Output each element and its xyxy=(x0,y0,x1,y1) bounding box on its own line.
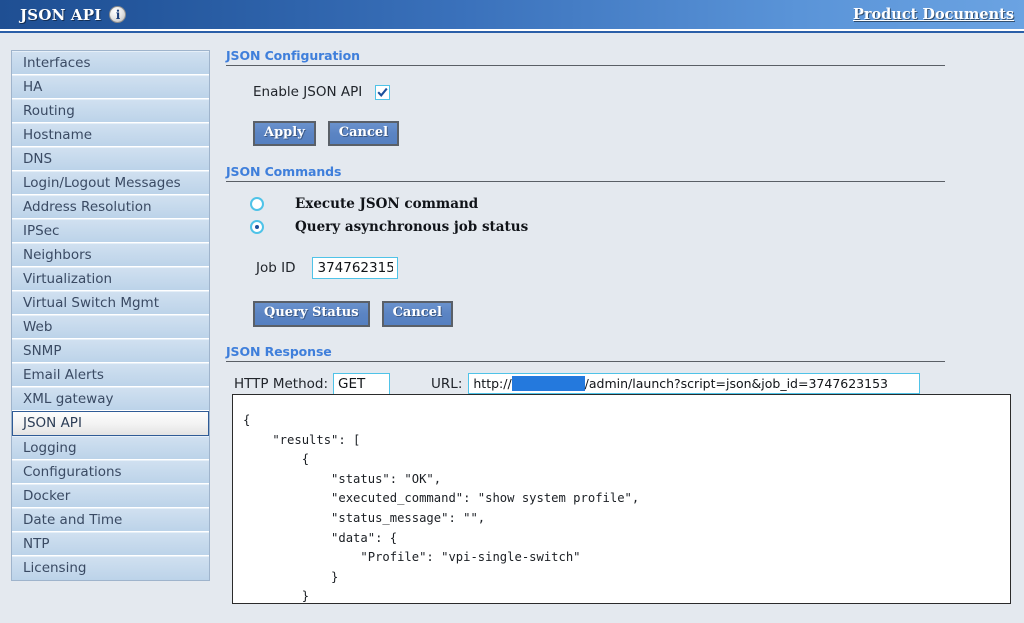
sidebar-item-ipsec[interactable]: IPSec xyxy=(12,219,209,243)
sidebar-item-json-api[interactable]: JSON API xyxy=(12,411,209,436)
sidebar-item-address-resolution[interactable]: Address Resolution xyxy=(12,195,209,219)
radio-query-asynchronous-job-status[interactable] xyxy=(250,220,264,234)
configuration-cancel-button[interactable]: Cancel xyxy=(328,121,399,146)
url-input[interactable]: http:// /admin/launch?script=json&job_id=… xyxy=(468,373,920,394)
radio-execute-json-command-row[interactable]: Execute JSON command xyxy=(250,196,1016,212)
sidebar-item-label: Address Resolution xyxy=(23,199,152,215)
json-response-output[interactable]: { "results": [ { "status": "OK", "execut… xyxy=(232,394,1011,604)
sidebar-item-label: DNS xyxy=(23,151,52,167)
sidebar-item-docker[interactable]: Docker xyxy=(12,484,209,508)
sidebar-item-virtual-switch-mgmt[interactable]: Virtual Switch Mgmt xyxy=(12,291,209,315)
sidebar-item-ntp[interactable]: NTP xyxy=(12,532,209,556)
sidebar-item-hostname[interactable]: Hostname xyxy=(12,123,209,147)
section-json-configuration-title: JSON Configuration xyxy=(226,48,945,66)
sidebar-item-date-and-time[interactable]: Date and Time xyxy=(12,508,209,532)
http-method-label: HTTP Method: xyxy=(234,376,328,392)
main-content: JSON Configuration Enable JSON API Apply… xyxy=(226,48,1016,395)
commands-button-row: Query Status Cancel xyxy=(253,301,1016,326)
sidebar-item-label: Login/Logout Messages xyxy=(23,175,181,191)
sidebar-item-logging[interactable]: Logging xyxy=(12,436,209,460)
url-host-redaction xyxy=(512,376,585,391)
sidebar-item-label: Virtualization xyxy=(23,271,112,287)
enable-json-api-label: Enable JSON API xyxy=(253,84,362,100)
sidebar-item-label: Licensing xyxy=(23,560,86,576)
sidebar-item-label: JSON API xyxy=(23,415,82,431)
response-meta-row: HTTP Method: URL: http:// /admin/launch?s… xyxy=(234,373,1016,395)
url-suffix-text: /admin/launch?script=json&job_id=3747623… xyxy=(585,376,888,391)
sidebar-item-xml-gateway[interactable]: XML gateway xyxy=(12,387,209,411)
url-label: URL: xyxy=(431,376,462,392)
configuration-button-row: Apply Cancel xyxy=(253,121,1016,146)
radio-execute-json-command[interactable] xyxy=(250,197,264,211)
sidebar-item-licensing[interactable]: Licensing xyxy=(12,556,209,580)
sidebar-item-configurations[interactable]: Configurations xyxy=(12,460,209,484)
sidebar-item-label: Date and Time xyxy=(23,512,122,528)
sidebar-item-label: Configurations xyxy=(23,464,122,480)
sidebar-item-label: Hostname xyxy=(23,127,92,143)
sidebar-item-neighbors[interactable]: Neighbors xyxy=(12,243,209,267)
sidebar-item-login-logout-messages[interactable]: Login/Logout Messages xyxy=(12,171,209,195)
enable-json-api-checkbox[interactable] xyxy=(375,85,390,100)
sidebar-item-ha[interactable]: HA xyxy=(12,75,209,99)
sidebar-item-virtualization[interactable]: Virtualization xyxy=(12,267,209,291)
job-id-input[interactable] xyxy=(312,257,398,279)
sidebar-nav: Interfaces HA Routing Hostname DNS Login/Logo… xyxy=(11,50,210,581)
checkmark-icon xyxy=(377,87,388,98)
page-title: JSON API xyxy=(20,6,101,24)
radio-execute-json-command-label: Execute JSON command xyxy=(295,196,478,212)
sidebar-item-label: SNMP xyxy=(23,343,61,359)
sidebar-item-label: XML gateway xyxy=(23,391,113,407)
http-method-input[interactable] xyxy=(333,373,390,395)
app-title-bar: JSON API i Product Documents xyxy=(0,0,1024,31)
sidebar-item-label: Virtual Switch Mgmt xyxy=(23,295,159,311)
section-json-response-title: JSON Response xyxy=(226,344,945,362)
sidebar-item-interfaces[interactable]: Interfaces xyxy=(12,51,209,75)
sidebar-item-label: Email Alerts xyxy=(23,367,104,383)
sidebar-item-snmp[interactable]: SNMP xyxy=(12,339,209,363)
radio-query-asynchronous-job-status-label: Query asynchronous job status xyxy=(295,219,528,235)
job-id-row: Job ID xyxy=(256,257,1016,279)
commands-cancel-button[interactable]: Cancel xyxy=(382,301,453,326)
sidebar-item-label: Routing xyxy=(23,103,75,119)
json-response-text: { "results": [ { "status": "OK", "execut… xyxy=(233,395,1010,604)
info-icon[interactable]: i xyxy=(109,6,126,23)
radio-query-job-status-row[interactable]: Query asynchronous job status xyxy=(250,219,1016,235)
section-json-commands-title: JSON Commands xyxy=(226,164,945,182)
sidebar-item-label: Web xyxy=(23,319,52,335)
sidebar-item-label: HA xyxy=(23,79,42,95)
sidebar-item-label: IPSec xyxy=(23,223,59,239)
sidebar-item-label: NTP xyxy=(23,536,50,552)
url-prefix-text: http:// xyxy=(473,376,511,391)
sidebar-item-dns[interactable]: DNS xyxy=(12,147,209,171)
sidebar-item-label: Docker xyxy=(23,488,70,504)
apply-button[interactable]: Apply xyxy=(253,121,316,146)
sidebar-item-label: Logging xyxy=(23,440,77,456)
enable-json-api-row: Enable JSON API xyxy=(253,84,1016,100)
sidebar-item-label: Interfaces xyxy=(23,55,90,71)
product-documents-link[interactable]: Product Documents xyxy=(853,6,1014,23)
sidebar-item-web[interactable]: Web xyxy=(12,315,209,339)
sidebar-item-routing[interactable]: Routing xyxy=(12,99,209,123)
job-id-label: Job ID xyxy=(256,260,295,276)
sidebar-item-label: Neighbors xyxy=(23,247,92,263)
query-status-button[interactable]: Query Status xyxy=(253,301,370,326)
sidebar-item-email-alerts[interactable]: Email Alerts xyxy=(12,363,209,387)
